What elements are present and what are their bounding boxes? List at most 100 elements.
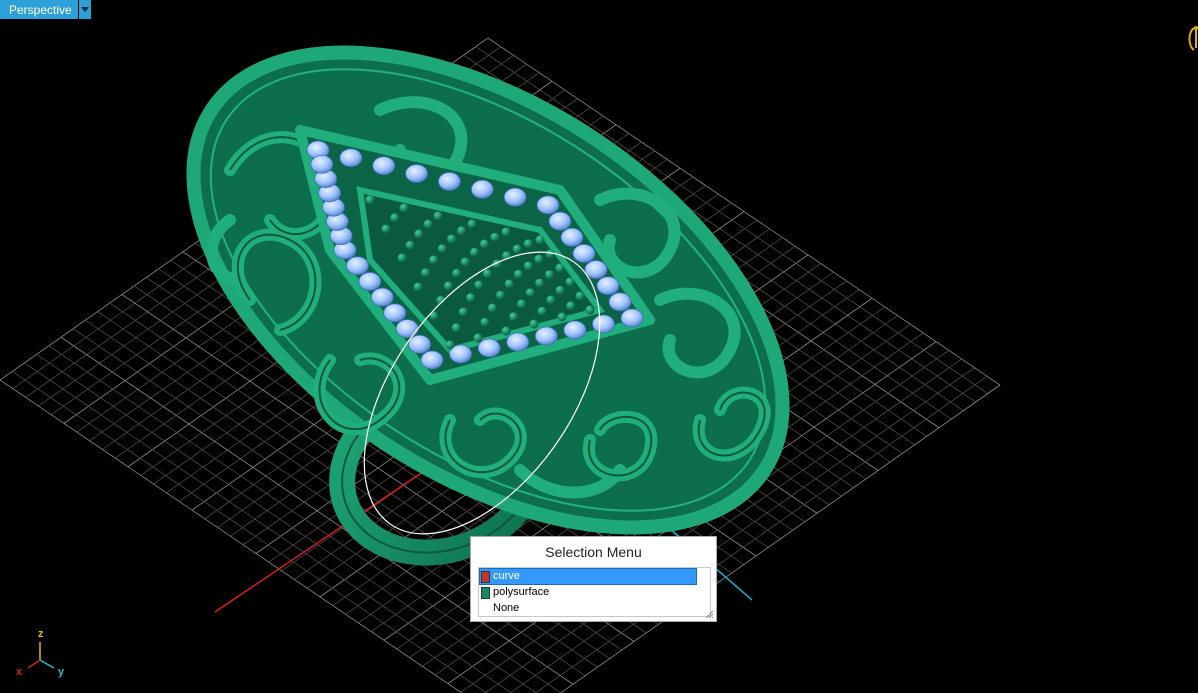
bead	[466, 293, 476, 303]
bead	[381, 224, 391, 234]
selection-menu-dialog[interactable]: Selection Menu curve polysurface None	[470, 536, 717, 622]
gem-stone	[438, 172, 461, 191]
gem-stone	[592, 314, 615, 334]
bead	[487, 303, 497, 313]
gem-stone	[548, 211, 572, 231]
bead	[545, 270, 554, 280]
bead	[480, 317, 490, 327]
partial-navigation-icon[interactable]	[1184, 16, 1198, 56]
gem-stone	[310, 154, 334, 174]
bead	[445, 340, 455, 350]
bead	[535, 278, 545, 288]
bead	[566, 301, 576, 311]
bead	[405, 240, 415, 250]
bead	[585, 305, 595, 315]
bead	[523, 261, 533, 271]
gem-stone	[536, 195, 560, 215]
bead	[529, 319, 539, 329]
bead	[443, 281, 453, 291]
gem-stone	[372, 156, 396, 176]
bead	[557, 312, 567, 322]
bead	[365, 195, 375, 205]
gem-stone	[506, 332, 530, 352]
bead	[437, 244, 447, 254]
viewport-title[interactable]: Perspective	[0, 0, 78, 19]
gem-stone	[596, 276, 620, 296]
gem-stone	[420, 350, 444, 370]
bead	[534, 254, 544, 264]
bead	[457, 226, 466, 236]
bead	[501, 326, 511, 336]
bead	[467, 219, 477, 229]
bead	[514, 269, 523, 279]
bead	[517, 299, 527, 309]
menu-item-none[interactable]: None	[480, 601, 696, 616]
bead	[555, 263, 565, 273]
bead	[458, 307, 468, 317]
bead	[501, 227, 511, 237]
gem-stone	[584, 260, 608, 279]
bead	[523, 239, 533, 249]
gem-stone	[608, 292, 632, 312]
bead	[413, 282, 423, 292]
gem-stone	[346, 256, 369, 276]
bead	[504, 279, 514, 289]
bead	[537, 306, 547, 316]
bead	[423, 219, 433, 229]
gem-stone	[470, 179, 494, 199]
bead	[473, 333, 483, 343]
gem-stone	[405, 164, 428, 183]
bead	[451, 323, 461, 333]
gem-stone	[477, 338, 501, 358]
gem-stone	[503, 187, 527, 207]
bead	[525, 288, 535, 298]
bead	[575, 291, 585, 301]
menu-item-label: None	[493, 602, 520, 614]
bead	[496, 290, 505, 300]
curve-color-swatch	[481, 570, 490, 583]
bead	[470, 247, 479, 257]
bead	[414, 229, 424, 239]
bead	[390, 213, 400, 223]
bead	[474, 280, 484, 290]
perspective-viewport[interactable]: Perspective z x y Selection Menu curve p…	[0, 0, 1198, 693]
bead	[535, 235, 545, 245]
gem-stone	[560, 227, 584, 247]
bead	[479, 239, 489, 249]
axis-orientation-widget: z x y	[14, 626, 74, 686]
gem-stone	[370, 287, 394, 307]
bead	[545, 249, 555, 259]
bead	[421, 268, 430, 278]
gem-stone	[383, 303, 407, 323]
z-axis-label: z	[38, 628, 44, 640]
gem-stone	[563, 320, 587, 340]
resize-grip-icon[interactable]	[704, 609, 714, 619]
x-axis-label: x	[16, 666, 23, 678]
menu-item-label: polysurface	[493, 586, 550, 598]
gem-stone	[395, 319, 419, 338]
bead	[397, 253, 407, 263]
bead	[399, 203, 409, 213]
bead	[433, 211, 443, 221]
bead	[509, 312, 518, 322]
bead	[452, 268, 461, 278]
viewport-menu-dropdown-icon[interactable]	[78, 0, 91, 19]
selection-menu-list[interactable]: curve polysurface None	[478, 567, 711, 617]
none-swatch	[481, 603, 490, 615]
polysurface-color-swatch	[481, 586, 490, 599]
viewport-title-tab[interactable]: Perspective	[0, 0, 91, 19]
gem-stone	[572, 244, 596, 263]
menu-item-curve[interactable]: curve	[479, 568, 697, 585]
gem-stone	[620, 308, 644, 328]
bead	[490, 232, 500, 242]
gem-stone	[358, 272, 382, 291]
bead	[546, 295, 556, 305]
bead	[483, 269, 492, 279]
bead	[512, 244, 522, 254]
menu-item-label: curve	[493, 570, 520, 582]
bead	[565, 277, 575, 287]
bead	[429, 255, 439, 265]
bead	[447, 234, 457, 244]
menu-item-polysurface[interactable]: polysurface	[480, 585, 696, 600]
bead	[460, 257, 470, 267]
